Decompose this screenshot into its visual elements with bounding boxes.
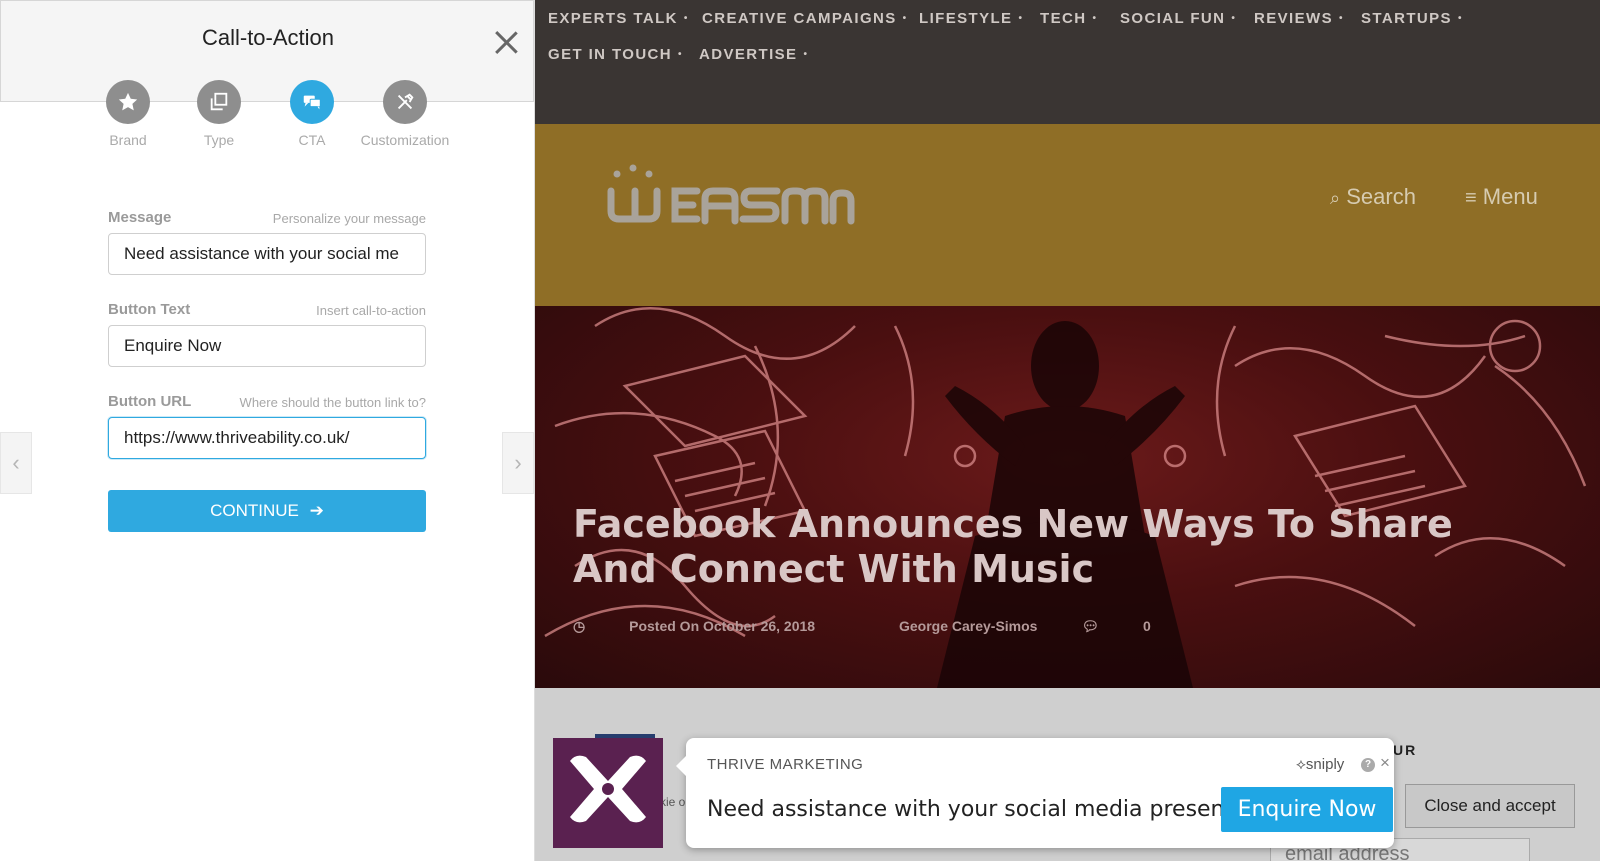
sniply-icon: ⟡: [1296, 756, 1306, 773]
site-logo[interactable]: [605, 146, 865, 236]
hero-banner: Facebook Announces New Ways To Share And…: [535, 306, 1600, 688]
hamburger-icon: ≡: [1465, 187, 1477, 209]
search-button[interactable]: ⌕ Search: [1330, 184, 1416, 210]
button-url-label: Button URL: [108, 393, 192, 410]
nav-item[interactable]: GET IN TOUCH •: [548, 46, 683, 63]
help-icon[interactable]: ?: [1361, 758, 1375, 772]
comment-icon: 💬︎: [1081, 618, 1104, 634]
nav-item[interactable]: ADVERTISE •: [699, 46, 808, 63]
post-author[interactable]: George Carey-Simos: [899, 618, 1038, 634]
search-label: Search: [1346, 184, 1416, 209]
step-label: Customization: [360, 132, 450, 148]
thrive-logo-icon: [570, 755, 646, 823]
cta-editor-panel: Call-to-Action Brand Type CTA Customizat…: [0, 0, 535, 861]
menu-button[interactable]: ≡ Menu: [1465, 184, 1538, 210]
continue-label: CONTINUE: [210, 501, 299, 520]
arrow-right-icon: ➔: [309, 501, 324, 520]
post-comments[interactable]: 💬︎ 0: [1081, 618, 1190, 634]
nav-item[interactable]: SOCIAL FUN •: [1120, 10, 1236, 27]
top-nav: EXPERTS TALK • CREATIVE CAMPAIGNS • LIFEST…: [535, 0, 1600, 124]
nav-item[interactable]: EXPERTS TALK •: [548, 10, 689, 27]
nav-item[interactable]: LIFESTYLE •: [919, 10, 1023, 27]
post-date: ◷ Posted On October 26, 2018: [573, 618, 816, 634]
tools-icon: [383, 80, 427, 124]
menu-label: Menu: [1482, 184, 1538, 209]
button-text-row: Button Text Insert call-to-action Enquir…: [108, 297, 426, 389]
brand-logo[interactable]: [553, 738, 663, 848]
search-icon: ⌕: [1330, 188, 1341, 208]
cta-form: Message Personalize your message Need as…: [108, 205, 426, 481]
cta-message: Need assistance with your social media p…: [707, 797, 1262, 822]
button-text-input[interactable]: Enquire Now: [108, 325, 426, 367]
button-url-row: Button URL Where should the button link …: [108, 389, 426, 481]
continue-button[interactable]: CONTINUE ➔: [108, 490, 426, 532]
nav-item[interactable]: CREATIVE CAMPAIGNS •: [702, 10, 908, 27]
website-preview: EXPERTS TALK • CREATIVE CAMPAIGNS • LIFEST…: [535, 0, 1600, 861]
step-nav: Brand Type CTA Customization: [0, 80, 534, 150]
chat-icon: [290, 80, 334, 124]
button-text-hint: Insert call-to-action: [316, 303, 426, 318]
message-label: Message: [108, 209, 172, 226]
nav-item[interactable]: REVIEWS •: [1254, 10, 1344, 27]
sniply-cta-card: THRIVE MARKETING ⟡sniply ? × Need assist…: [676, 738, 1394, 848]
close-icon[interactable]: [491, 27, 521, 57]
sidebar-heading: UR: [1393, 742, 1418, 758]
article-headline[interactable]: Facebook Announces New Ways To Share And…: [573, 502, 1523, 592]
close-accept-cookie-button[interactable]: Close and accept: [1405, 784, 1575, 828]
message-row: Message Personalize your message Need as…: [108, 205, 426, 297]
clock-icon: ◷: [573, 618, 590, 634]
article-meta: ◷ Posted On October 26, 2018 George Care…: [573, 618, 1231, 635]
message-input[interactable]: Need assistance with your social me: [108, 233, 426, 275]
panel-title: Call-to-Action: [201, 25, 335, 50]
next-arrow-icon[interactable]: ›: [502, 432, 534, 494]
company-name: THRIVE MARKETING: [707, 756, 864, 773]
brand-header: ⌕ Search ≡ Menu: [535, 124, 1600, 306]
nav-item[interactable]: STARTUPS •: [1361, 10, 1463, 27]
button-text-label: Button Text: [108, 301, 191, 318]
star-icon: [106, 80, 150, 124]
button-url-input[interactable]: https://www.thriveability.co.uk/: [108, 417, 426, 459]
nav-item[interactable]: TECH •: [1040, 10, 1097, 27]
close-icon[interactable]: ×: [1380, 753, 1390, 773]
copy-icon: [197, 80, 241, 124]
prev-arrow-icon[interactable]: ‹: [0, 432, 32, 494]
step-customization[interactable]: Customization: [345, 80, 465, 148]
message-hint: Personalize your message: [272, 211, 426, 226]
sniply-brand[interactable]: ⟡sniply: [1296, 756, 1344, 773]
button-url-hint: Where should the button link to?: [239, 395, 426, 410]
enquire-now-button[interactable]: Enquire Now: [1221, 787, 1393, 832]
